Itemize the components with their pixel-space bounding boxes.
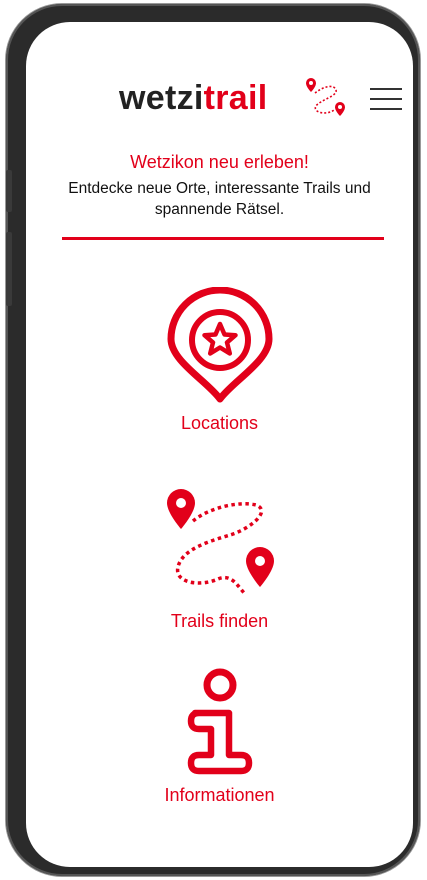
headline: Wetzikon neu erleben! [130,152,309,172]
divider [62,237,384,240]
trail-route-icon [306,78,345,116]
nav-label-trails: Trails finden [170,611,269,631]
app-screen: wetzitrail Wetzikon neu erleben! Entdeck… [26,22,413,867]
nav-item-information[interactable]: Informationen [26,667,413,806]
side-button [6,170,12,212]
side-button [6,232,12,306]
intro-subtext: Entdecke neue Orte, interessante Trails … [68,180,371,218]
nav-item-trails[interactable]: Trails finden [26,487,413,632]
logo-text-wetzi: wetzi [119,79,204,117]
app-header: wetzitrail [26,64,413,124]
app-logo[interactable]: wetzitrail [119,78,267,118]
phone-frame: wetzitrail Wetzikon neu erleben! Entdeck… [6,4,420,876]
location-star-pin-icon [167,287,272,403]
trail-route-icon [166,489,274,597]
nav-item-locations[interactable]: Locations [26,287,413,434]
nav-label-locations: Locations [180,413,259,433]
logo-text-trail: trail [203,79,268,117]
nav-label-information: Informationen [164,785,275,805]
info-icon [187,668,252,775]
hamburger-menu-icon[interactable] [370,86,402,112]
